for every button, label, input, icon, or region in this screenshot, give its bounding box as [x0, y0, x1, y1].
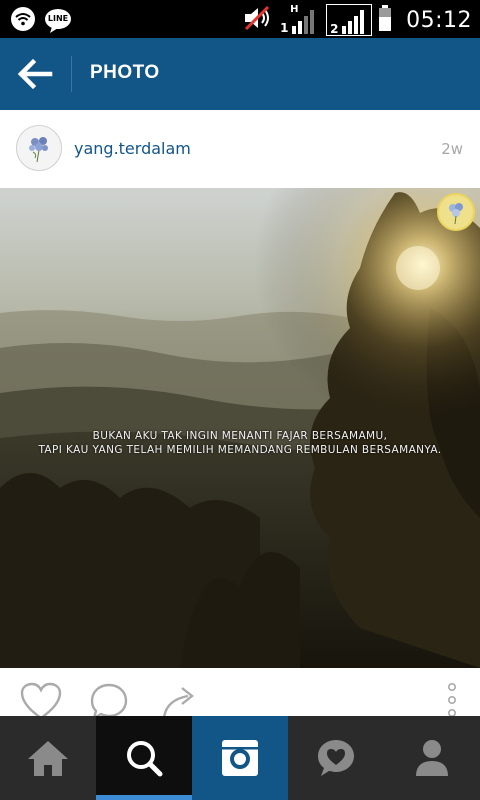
- sim2-label: 2: [330, 22, 339, 36]
- quote-line-2: TAPI KAU YANG TELAH MEMILIH MEMANDANG RE…: [38, 444, 442, 456]
- search-icon: [127, 741, 163, 777]
- nav-active-indicator: [96, 795, 192, 800]
- status-left-icons: LINE: [10, 6, 72, 36]
- clock: 05:12: [406, 7, 472, 33]
- post-timestamp: 2w: [441, 140, 463, 158]
- back-button[interactable]: [14, 54, 54, 94]
- username-link[interactable]: yang.terdalam: [74, 139, 191, 158]
- battery-icon: [378, 4, 392, 36]
- sim1-network-type: H: [290, 4, 299, 15]
- app-bar: PHOTO: [0, 38, 480, 110]
- nav-activity[interactable]: [288, 716, 384, 800]
- camera-icon: [222, 740, 258, 776]
- share-icon: [163, 687, 194, 716]
- mute-icon: [242, 4, 272, 36]
- nav-profile[interactable]: [384, 716, 480, 800]
- like-button[interactable]: [20, 682, 62, 716]
- comment-button[interactable]: [89, 682, 129, 716]
- post-photo[interactable]: BUKAN AKU TAK INGIN MENANTI FAJAR BERSAM…: [0, 188, 480, 668]
- sim2-signal-icon: 2: [326, 4, 373, 36]
- avatar[interactable]: [16, 125, 62, 171]
- wifi-icon: [10, 6, 36, 36]
- page-title: PHOTO: [90, 62, 160, 83]
- profile-icon: [416, 740, 448, 776]
- heart-icon: [20, 682, 62, 716]
- comment-icon: [90, 683, 128, 716]
- landscape-image: [0, 188, 480, 668]
- share-button[interactable]: [160, 682, 200, 716]
- arrow-left-icon: [17, 58, 53, 90]
- sim1-label: 1: [280, 21, 289, 35]
- flower-avatar-icon: [17, 126, 61, 170]
- watermark-flower-icon: [437, 193, 475, 231]
- post-header: yang.terdalam 2w: [0, 110, 480, 189]
- post-actions: [0, 668, 480, 716]
- photo-quote-text: BUKAN AKU TAK INGIN MENANTI FAJAR BERSAM…: [0, 429, 480, 457]
- line-app-label: LINE: [47, 14, 69, 23]
- home-icon: [28, 741, 68, 776]
- app-bar-divider: [71, 56, 72, 92]
- nav-camera[interactable]: [192, 716, 288, 800]
- bottom-nav: [0, 716, 480, 800]
- sim1-signal-icon: H 1: [278, 4, 320, 35]
- heart-bubble-icon: [318, 740, 354, 776]
- line-app-icon: LINE: [44, 8, 72, 34]
- nav-home[interactable]: [0, 716, 96, 800]
- more-options-button[interactable]: [444, 682, 460, 716]
- more-vertical-icon: [448, 682, 457, 716]
- status-bar: LINE H 1 2 05:12: [0, 0, 480, 38]
- nav-search[interactable]: [96, 716, 192, 800]
- status-right-icons: H 1 2 05:12: [242, 4, 472, 36]
- quote-line-1: BUKAN AKU TAK INGIN MENANTI FAJAR BERSAM…: [92, 430, 388, 442]
